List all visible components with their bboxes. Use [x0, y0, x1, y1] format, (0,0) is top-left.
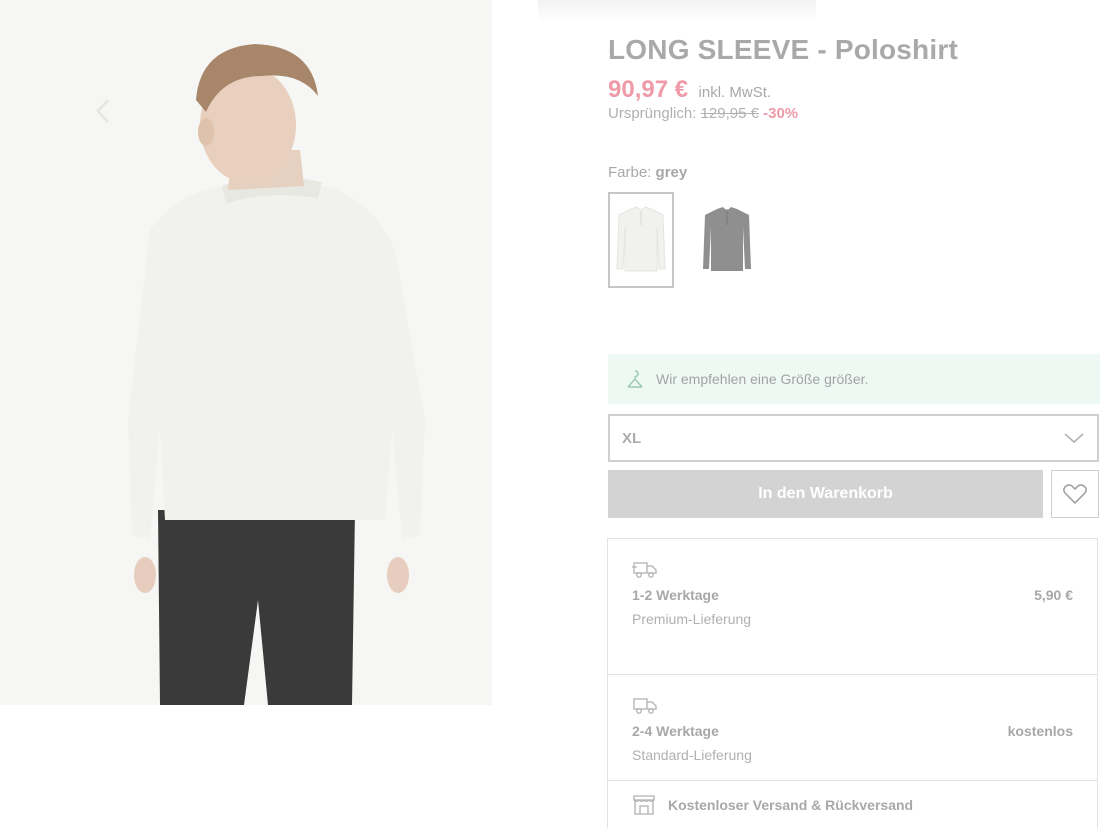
color-swatch-dark[interactable] — [694, 192, 760, 288]
price-row: 90,97 € inkl. MwSt. — [608, 76, 771, 104]
truck-icon — [633, 698, 657, 714]
size-hint-text: Wir empfehlen eine Größe größer. — [656, 371, 869, 387]
add-to-cart-button[interactable]: In den Warenkorb — [608, 470, 1043, 518]
product-image[interactable] — [0, 0, 492, 705]
delivery-cost: 5,90 € — [1034, 587, 1073, 603]
store-icon — [633, 795, 655, 815]
delivery-type: Standard-Lieferung — [632, 747, 752, 763]
polo-shirt-icon — [616, 206, 666, 272]
polo-shirt-icon — [703, 207, 751, 271]
color-value: grey — [655, 164, 688, 181]
previous-image-icon[interactable] — [92, 96, 114, 126]
delivery-days: 2-4 Werktage — [632, 723, 719, 739]
heart-icon — [1063, 484, 1087, 505]
size-select[interactable]: XL — [608, 414, 1099, 462]
discount-badge: -30% — [763, 105, 799, 122]
size-select-value: XL — [622, 429, 642, 447]
delivery-option-standard: 2-4 Werktage Standard-Lieferung kostenlo… — [608, 675, 1097, 781]
delivery-type: Premium-Lieferung — [632, 611, 752, 627]
product-photo — [0, 0, 492, 705]
original-price-row: Ursprünglich: 129,95 € -30% — [608, 105, 798, 122]
vat-note: inkl. MwSt. — [698, 84, 772, 101]
product-title: LONG SLEEVE - Poloshirt — [608, 34, 958, 65]
sale-price: 90,97 € — [608, 76, 689, 103]
original-price-label: Ursprünglich: — [608, 105, 697, 122]
wishlist-button[interactable] — [1051, 470, 1099, 518]
hanger-icon — [627, 370, 643, 388]
color-label: Farbe: — [608, 164, 652, 181]
delivery-option-premium: 1-2 Werktage Premium-Lieferung 5,90 € — [608, 539, 1097, 675]
truck-icon — [632, 562, 657, 578]
free-shipping-text: Kostenloser Versand & Rückversand — [668, 797, 914, 813]
color-label-row: Farbe: grey — [608, 164, 687, 181]
free-shipping-note: Kostenloser Versand & Rückversand — [608, 781, 1097, 829]
color-swatch-grey[interactable] — [608, 192, 674, 288]
original-price: 129,95 € — [700, 105, 759, 122]
top-fade — [538, 0, 816, 22]
size-recommendation: Wir empfehlen eine Größe größer. — [608, 354, 1100, 404]
delivery-cost: kostenlos — [1007, 723, 1073, 739]
chevron-down-icon — [1064, 433, 1084, 444]
delivery-options: 1-2 Werktage Premium-Lieferung 5,90 € 2-… — [607, 538, 1098, 828]
delivery-days: 1-2 Werktage — [632, 587, 719, 603]
